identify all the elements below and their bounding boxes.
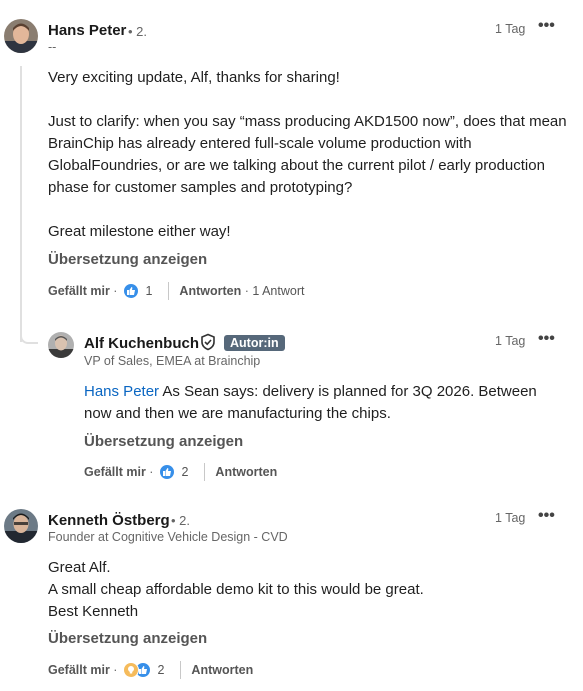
- commenter-name[interactable]: Hans Peter: [48, 22, 126, 39]
- show-translation-link[interactable]: Übersetzung anzeigen: [48, 251, 207, 268]
- comment-actions: Gefällt mir · 2 Antworten: [48, 661, 254, 679]
- timestamp: 1 Tag: [495, 334, 526, 348]
- more-options-icon[interactable]: •••: [538, 330, 555, 348]
- reply-button[interactable]: Antworten: [215, 465, 277, 479]
- thumbs-up-icon: [159, 464, 176, 480]
- commenter-headline: --: [48, 40, 57, 54]
- mention-link[interactable]: Hans Peter: [84, 383, 159, 400]
- thread-line: [20, 66, 22, 342]
- divider: [168, 282, 170, 300]
- avatar[interactable]: [48, 332, 74, 358]
- reply-text: Hans Peter As Sean says: delivery is pla…: [84, 381, 564, 425]
- reaction-count: 1: [145, 284, 153, 298]
- avatar[interactable]: [4, 509, 38, 543]
- connection-degree: • 2.: [128, 24, 148, 39]
- reactions[interactable]: 1: [123, 283, 152, 299]
- comment-text-line: Great Alf.: [48, 559, 111, 576]
- author-badge: Autor:in: [224, 335, 285, 351]
- more-options-icon[interactable]: •••: [538, 17, 555, 35]
- comment-text-line: Great milestone either way!: [48, 223, 231, 240]
- commenter-headline: Founder at Cognitive Vehicle Design - CV…: [48, 530, 288, 544]
- reaction-count: 2: [181, 465, 189, 479]
- show-translation-link[interactable]: Übersetzung anzeigen: [84, 433, 243, 450]
- show-translation-link[interactable]: Übersetzung anzeigen: [48, 630, 207, 647]
- reaction-count: 2: [157, 663, 165, 677]
- like-button[interactable]: Gefällt mir: [84, 465, 146, 479]
- reactions[interactable]: 2: [159, 464, 188, 480]
- thread-connector: [20, 330, 38, 344]
- reply-button[interactable]: Antworten: [191, 663, 253, 677]
- comment-text-line: Very exciting update, Alf, thanks for sh…: [48, 69, 340, 86]
- commenter-headline: VP of Sales, EMEA at Brainchip: [84, 354, 261, 368]
- thumbs-up-icon: [123, 283, 140, 299]
- avatar[interactable]: [4, 19, 38, 53]
- divider: [204, 463, 206, 481]
- comment-actions: Gefällt mir · 1 Antworten · 1 Antwort: [48, 282, 305, 300]
- comment-actions: Gefällt mir · 2 Antworten: [84, 463, 278, 481]
- timestamp: 1 Tag: [495, 22, 526, 36]
- comment-text-line: A small cheap affordable demo kit to thi…: [48, 581, 424, 598]
- commenter-name[interactable]: Alf Kuchenbuch: [84, 335, 199, 352]
- commenter-name[interactable]: Kenneth Östberg: [48, 512, 170, 529]
- like-button[interactable]: Gefällt mir: [48, 284, 110, 298]
- like-button[interactable]: Gefällt mir: [48, 663, 110, 677]
- shield-check-icon: [199, 333, 217, 356]
- comment-text-paragraph: Just to clarify: when you say “mass prod…: [48, 113, 567, 196]
- divider: [180, 661, 182, 679]
- timestamp: 1 Tag: [495, 511, 526, 525]
- connection-degree: • 2.: [171, 513, 191, 528]
- comment-text-line: Best Kenneth: [48, 603, 139, 620]
- more-options-icon[interactable]: •••: [538, 507, 555, 525]
- reply-count[interactable]: 1 Antwort: [252, 284, 304, 298]
- reply-button[interactable]: Antworten: [179, 284, 241, 298]
- reactions[interactable]: 2: [123, 662, 164, 678]
